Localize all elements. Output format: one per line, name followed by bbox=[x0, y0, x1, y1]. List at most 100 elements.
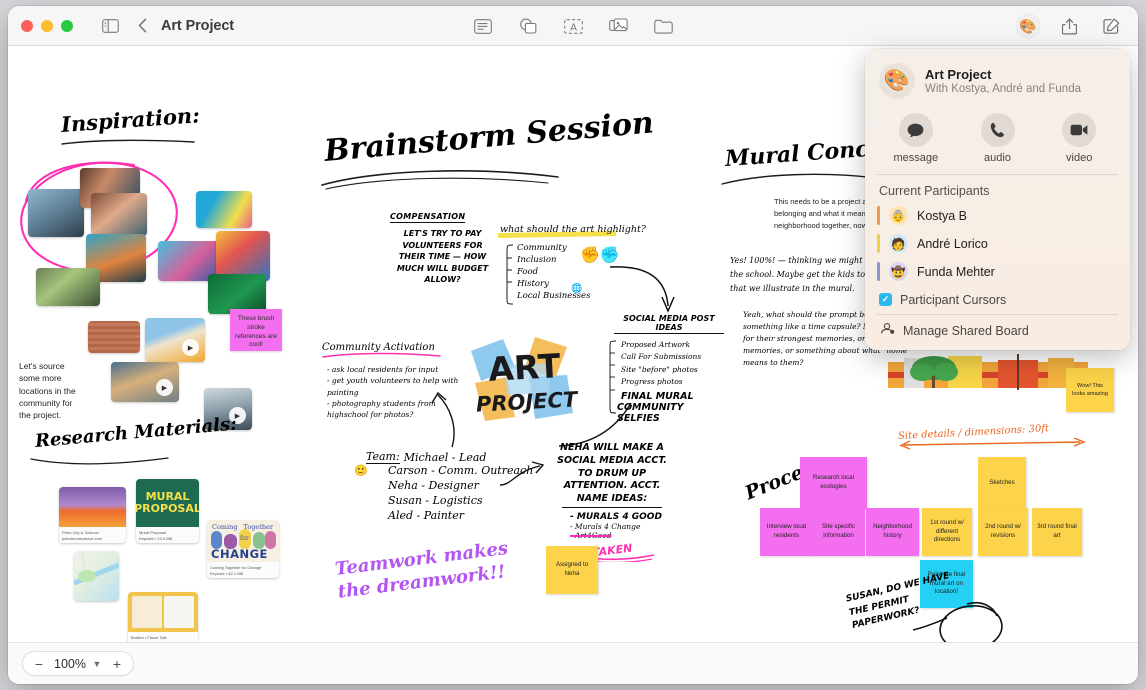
participant-color-bar bbox=[877, 262, 880, 281]
assigned-sticky-note[interactable]: Assigned to Neha bbox=[546, 546, 598, 594]
minimize-button[interactable] bbox=[41, 19, 53, 32]
process-sticky-note[interactable]: 2nd round w/ revisions bbox=[978, 508, 1028, 556]
zoom-in-button[interactable]: + bbox=[105, 652, 129, 675]
inspiration-caption: Let's source some more locations in the … bbox=[19, 361, 76, 421]
participant-name: Kostya B bbox=[917, 208, 968, 223]
video-action-button[interactable]: video bbox=[1038, 113, 1120, 164]
inspiration-art-1[interactable] bbox=[196, 191, 252, 228]
participants-header: Current Participants bbox=[879, 183, 990, 198]
process-sticky-note[interactable]: Site specific information bbox=[812, 508, 865, 556]
svg-text:A: A bbox=[570, 22, 577, 33]
arrow-to-logo bbox=[431, 391, 455, 448]
inspiration-photo-1[interactable] bbox=[28, 189, 84, 237]
traffic-lights[interactable] bbox=[21, 19, 73, 32]
process-sticky-note[interactable]: Research local ecologies bbox=[800, 457, 867, 509]
insert-file-icon[interactable] bbox=[650, 13, 676, 39]
participant-cursors-label: Participant Cursors bbox=[900, 292, 1007, 307]
collaboration-popover[interactable]: 🎨 Art Project With Kostya, André and Fun… bbox=[865, 49, 1130, 350]
inspiration-underline bbox=[61, 139, 195, 145]
insert-text-icon[interactable]: A bbox=[560, 13, 586, 39]
sidebar-toggle-icon[interactable] bbox=[97, 13, 123, 39]
message-icon bbox=[898, 113, 933, 147]
inspiration-building-photo[interactable]: ▶ bbox=[145, 318, 205, 362]
message-action-button[interactable]: message bbox=[875, 113, 957, 164]
social-item: FINAL MURAL bbox=[621, 390, 694, 402]
participant-name: André Lorico bbox=[917, 236, 988, 251]
participant-row[interactable]: 🤠 Funda Mehter bbox=[865, 258, 1130, 286]
avatar: 🧑 bbox=[889, 234, 908, 253]
inspiration-street-video[interactable]: ▶ bbox=[111, 362, 179, 402]
research-card-1[interactable]: Petro City & Science petroleumscience.com bbox=[59, 487, 126, 543]
smiley-emoji: 🙂 bbox=[354, 465, 368, 477]
inspiration-photo-5[interactable] bbox=[36, 268, 100, 306]
arrow-to-social bbox=[609, 266, 675, 313]
popover-title: Art Project bbox=[925, 67, 992, 82]
mural-underline bbox=[721, 173, 877, 185]
name-idea: - Murals 4 Change bbox=[570, 522, 641, 532]
board-avatar: 🎨 bbox=[879, 63, 915, 99]
zoom-button[interactable] bbox=[61, 19, 73, 32]
close-button[interactable] bbox=[21, 19, 33, 32]
inspiration-wall-photo[interactable] bbox=[88, 321, 140, 353]
collaborate-button[interactable]: 🎨 bbox=[1016, 14, 1040, 38]
process-sticky-note[interactable]: Sketches bbox=[978, 457, 1026, 509]
participant-row[interactable]: 👵 Kostya B bbox=[865, 202, 1130, 230]
teamwork-note: Teamwork makes the dreamwork!! bbox=[333, 537, 510, 603]
brainstorm-heading: Brainstorm Session bbox=[321, 105, 656, 190]
whiteboard-window: Art Project A 🎨 Inspiration: These brush… bbox=[8, 6, 1138, 684]
wow-sticky-note[interactable]: Wow! This looks amazing bbox=[1066, 368, 1114, 412]
insert-media-icon[interactable] bbox=[605, 13, 631, 39]
chevron-down-icon[interactable]: ▼ bbox=[89, 659, 105, 669]
zoom-out-button[interactable]: − bbox=[27, 652, 51, 675]
process-sticky-note[interactable]: Neighborhood history bbox=[866, 508, 919, 556]
team-item: Michael - Lead bbox=[403, 451, 487, 464]
social-item: Site "before" photos bbox=[621, 364, 698, 374]
participant-row[interactable]: 🧑 André Lorico bbox=[865, 230, 1130, 258]
compensation-body: LET'S TRY TO PAY VOLUNTEERS FOR THEIR TI… bbox=[396, 229, 489, 285]
inspiration-photo-3[interactable] bbox=[91, 193, 147, 236]
name-idea: - MURALS 4 GOOD bbox=[570, 512, 662, 523]
manage-shared-board-label: Manage Shared Board bbox=[903, 323, 1029, 338]
social-media-heading: SOCIAL MEDIA POST IDEAS bbox=[614, 314, 724, 334]
globe-emoji: 🌐 bbox=[571, 283, 583, 293]
insert-shape-icon[interactable] bbox=[515, 13, 541, 39]
manage-shared-board-button[interactable]: Manage Shared Board bbox=[865, 314, 1130, 350]
research-map[interactable] bbox=[74, 551, 119, 601]
compose-button[interactable] bbox=[1098, 13, 1124, 39]
manage-board-icon bbox=[879, 321, 895, 340]
inspiration-art-4[interactable] bbox=[208, 274, 266, 314]
inspiration-sticky-note[interactable]: These brush stroke references are cool! bbox=[230, 309, 282, 351]
highlight-question: what should the art highlight? bbox=[500, 224, 646, 235]
process-sticky-note[interactable]: 1st round w/ different directions bbox=[922, 508, 972, 556]
play-icon[interactable]: ▶ bbox=[182, 339, 199, 356]
play-icon[interactable]: ▶ bbox=[156, 379, 173, 396]
zoom-control[interactable]: − 100% ▼ + bbox=[22, 651, 134, 676]
research-card-4[interactable]: Bodfen • Flavor Talkyourcollabstudio.com bbox=[128, 592, 198, 642]
inspiration-heading: Inspiration: bbox=[60, 102, 201, 145]
participant-name: Funda Mehter bbox=[917, 264, 995, 279]
audio-action-button[interactable]: audio bbox=[957, 113, 1039, 164]
research-card-2[interactable]: MURAL PROPOSAL Mural Proposal Keynote • 23… bbox=[136, 479, 199, 543]
research-underline bbox=[30, 457, 169, 465]
social-item: Proposed Artwork bbox=[621, 340, 691, 349]
process-sticky-note[interactable]: 3rd round final art bbox=[1032, 508, 1082, 556]
process-sticky-note[interactable]: Interview local residents bbox=[760, 508, 813, 556]
participant-cursors-toggle[interactable]: ✓ Participant Cursors bbox=[865, 286, 1130, 314]
research-card-3[interactable]: Coming Together for CHANGE Coming Togeth… bbox=[207, 520, 279, 578]
insert-note-icon[interactable] bbox=[470, 13, 496, 39]
popover-actions: message audio video bbox=[865, 107, 1130, 174]
video-action-label: video bbox=[1066, 152, 1093, 164]
team-heading: Team: bbox=[366, 450, 400, 464]
share-button[interactable] bbox=[1056, 13, 1082, 39]
avatar: 👵 bbox=[889, 206, 908, 225]
checkbox-checked-icon[interactable]: ✓ bbox=[879, 293, 892, 306]
back-button[interactable] bbox=[129, 13, 155, 39]
popover-header: 🎨 Art Project With Kostya, André and Fun… bbox=[865, 49, 1130, 107]
team-item: Susan - Logistics bbox=[388, 493, 483, 507]
toolbar-right-tools: 🎨 bbox=[1016, 6, 1124, 46]
phone-icon bbox=[980, 113, 1015, 147]
research-heading: Research Materials: bbox=[30, 413, 238, 465]
social-item: Progress photos bbox=[621, 377, 683, 387]
video-icon bbox=[1062, 113, 1097, 147]
mural-sketch-artwork[interactable] bbox=[888, 346, 1088, 408]
